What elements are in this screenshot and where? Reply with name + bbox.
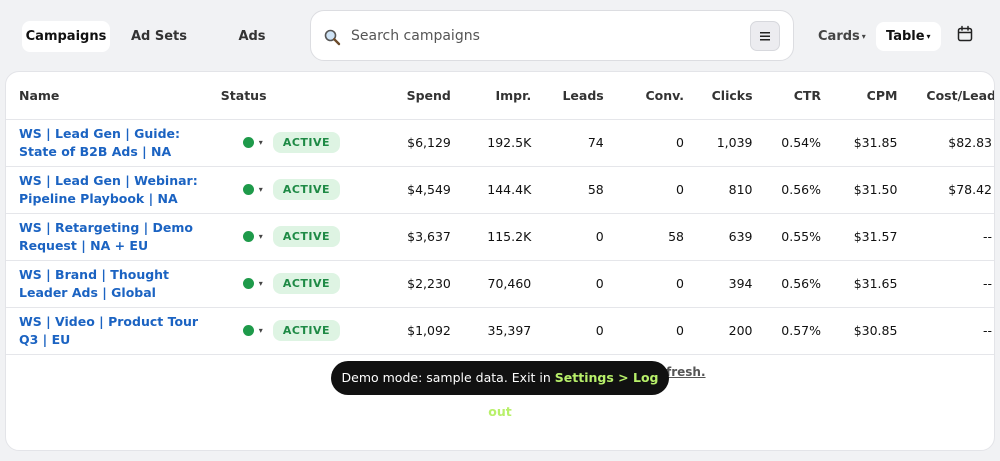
column-header-cost-per-lead[interactable]: Cost/Lead xyxy=(897,72,994,120)
leads-cell: 0 xyxy=(531,213,604,261)
conversions-cell: 0 xyxy=(603,166,684,214)
column-header-ctr[interactable]: CTR xyxy=(752,72,822,120)
status-dot[interactable] xyxy=(242,231,254,242)
toast-text: Demo mode: sample data. Exit in xyxy=(341,370,555,385)
ctr-cell: 0.56% xyxy=(752,260,822,308)
campaign-name-link[interactable]: WS | Retargeting | Demo Request | NA + E… xyxy=(19,219,209,255)
column-header-status[interactable]: Status xyxy=(220,72,341,120)
search-input[interactable] xyxy=(351,23,731,49)
conversions-cell: 0 xyxy=(603,307,684,355)
cpm-cell: $31.57 xyxy=(821,213,898,261)
spend-cell: $3,637 xyxy=(340,213,451,261)
impressions-cell: 70,460 xyxy=(450,260,532,308)
view-table-button[interactable]: Table ▾ xyxy=(876,22,941,51)
impressions-cell: 192.5K xyxy=(450,119,532,167)
filter-button[interactable] xyxy=(750,21,780,51)
status-badge: ACTIVE xyxy=(272,320,341,341)
leads-cell: 0 xyxy=(531,260,604,308)
calendar-icon[interactable] xyxy=(956,25,974,43)
spend-cell: $4,549 xyxy=(340,166,451,214)
demo-mode-toast: Demo mode: sample data. Exit in Settings… xyxy=(331,361,669,419)
tab-ads[interactable]: Ads xyxy=(220,21,284,52)
search-icon xyxy=(324,29,341,46)
campaign-name-link[interactable]: WS | Lead Gen | Guide: State of B2B Ads … xyxy=(19,125,209,161)
tab-campaigns[interactable]: Campaigns xyxy=(22,21,110,52)
ctr-cell: 0.57% xyxy=(752,307,822,355)
clicks-cell: 639 xyxy=(684,213,753,261)
cost-per-lead-cell: $82.83 xyxy=(897,119,994,167)
conversions-cell: 58 xyxy=(603,213,684,261)
impressions-cell: 144.4K xyxy=(450,166,532,214)
chevron-down-icon[interactable]: ▾ xyxy=(259,326,263,335)
status-dot[interactable] xyxy=(242,278,254,289)
spend-cell: $2,230 xyxy=(340,260,451,308)
table-row[interactable]: WS | Lead Gen | Webinar: Pipeline Playbo… xyxy=(6,166,994,214)
ctr-cell: 0.54% xyxy=(752,119,822,167)
filter-icon xyxy=(760,32,770,41)
column-header-cpm[interactable]: CPM xyxy=(821,72,898,120)
chevron-down-icon[interactable]: ▾ xyxy=(259,232,263,241)
tab-ad-sets[interactable]: Ad Sets xyxy=(121,21,197,52)
spend-cell: $1,092 xyxy=(340,307,451,355)
ctr-cell: 0.55% xyxy=(752,213,822,261)
column-header-impressions[interactable]: Impr. xyxy=(450,72,532,120)
chevron-down-icon[interactable]: ▾ xyxy=(259,185,263,194)
cpm-cell: $31.65 xyxy=(821,260,898,308)
status-dot[interactable] xyxy=(242,325,254,336)
spend-cell: $6,129 xyxy=(340,119,451,167)
refresh-link[interactable]: fresh. xyxy=(666,365,706,379)
status-dot[interactable] xyxy=(242,137,254,148)
impressions-cell: 115.2K xyxy=(450,213,532,261)
campaign-name-link[interactable]: WS | Lead Gen | Webinar: Pipeline Playbo… xyxy=(19,172,209,208)
cost-per-lead-cell: -- xyxy=(897,307,994,355)
conversions-cell: 0 xyxy=(603,260,684,308)
ctr-cell: 0.56% xyxy=(752,166,822,214)
view-table-label: Table xyxy=(886,29,925,44)
leads-cell: 0 xyxy=(531,307,604,355)
campaigns-table: Name Status Spend Impr. Leads Conv. Clic… xyxy=(6,72,994,355)
status-dot[interactable] xyxy=(242,184,254,195)
campaign-name-link[interactable]: WS | Video | Product Tour Q3 | EU xyxy=(19,313,209,349)
cpm-cell: $31.85 xyxy=(821,119,898,167)
column-header-spend[interactable]: Spend xyxy=(340,72,451,120)
toolbar: Campaigns Ad Sets Ads Cards▾ Table▾ xyxy=(0,0,1000,72)
cost-per-lead-cell: -- xyxy=(897,213,994,261)
view-cards-button[interactable]: Cards ▾ xyxy=(808,22,876,51)
conversions-cell: 0 xyxy=(603,119,684,167)
table-row[interactable]: WS | Lead Gen | Guide: State of B2B Ads … xyxy=(6,119,994,167)
table-row[interactable]: WS | Brand | Thought Leader Ads | Global… xyxy=(6,260,994,308)
campaign-name-link[interactable]: WS | Brand | Thought Leader Ads | Global xyxy=(19,266,209,302)
clicks-cell: 200 xyxy=(684,307,753,355)
cost-per-lead-cell: -- xyxy=(897,260,994,308)
table-row[interactable]: WS | Video | Product Tour Q3 | EU ▾ ACTIV… xyxy=(6,307,994,355)
cpm-cell: $30.85 xyxy=(821,307,898,355)
chevron-down-icon: ▾ xyxy=(861,32,866,41)
leads-cell: 58 xyxy=(531,166,604,214)
clicks-cell: 1,039 xyxy=(684,119,753,167)
status-badge: ACTIVE xyxy=(272,132,341,153)
view-cards-label: Cards xyxy=(818,29,860,44)
status-badge: ACTIVE xyxy=(272,226,341,247)
clicks-cell: 810 xyxy=(684,166,753,214)
chevron-down-icon[interactable]: ▾ xyxy=(259,279,263,288)
chevron-down-icon: ▾ xyxy=(926,32,931,41)
cost-per-lead-cell: $78.42 xyxy=(897,166,994,214)
leads-cell: 74 xyxy=(531,119,604,167)
table-header-row: Name Status Spend Impr. Leads Conv. Clic… xyxy=(6,72,994,120)
column-header-name[interactable]: Name xyxy=(6,72,221,120)
clicks-cell: 394 xyxy=(684,260,753,308)
impressions-cell: 35,397 xyxy=(450,307,532,355)
cpm-cell: $31.50 xyxy=(821,166,898,214)
column-header-leads[interactable]: Leads xyxy=(531,72,604,120)
search-bar xyxy=(310,10,794,61)
chevron-down-icon[interactable]: ▾ xyxy=(259,138,263,147)
column-header-conversions[interactable]: Conv. xyxy=(603,72,684,120)
status-badge: ACTIVE xyxy=(272,179,341,200)
table-row[interactable]: WS | Retargeting | Demo Request | NA + E… xyxy=(6,213,994,261)
status-badge: ACTIVE xyxy=(272,273,341,294)
column-header-clicks[interactable]: Clicks xyxy=(684,72,753,120)
